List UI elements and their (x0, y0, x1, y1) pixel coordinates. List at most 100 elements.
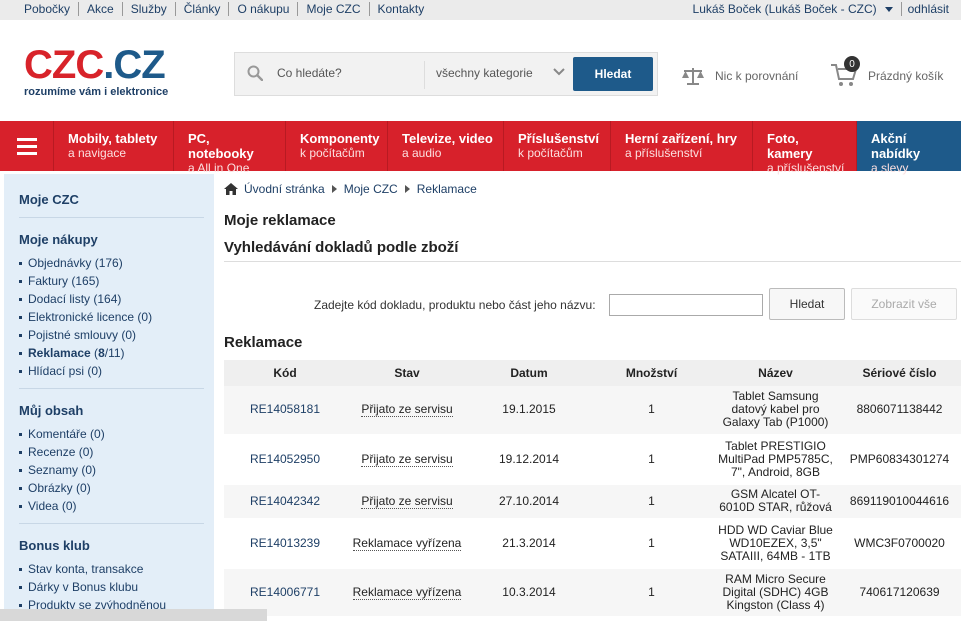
claim-code[interactable]: RE14058181 (224, 386, 346, 435)
search-icon (247, 65, 263, 81)
user-area: Lukáš Boček (Lukáš Boček - CZC) odhlásit (693, 2, 949, 16)
chevron-down-icon[interactable] (553, 68, 565, 76)
search-divider (424, 61, 425, 89)
claim-code[interactable]: RE14042342 (224, 484, 346, 519)
nav-akcni[interactable]: Akční nabídky a slevy (857, 121, 961, 175)
sidebar-item-reklamace[interactable]: Reklamace (8/11) (19, 344, 204, 362)
claim-qty: 1 (590, 484, 713, 519)
sidebar-item-stav-konta[interactable]: Stav konta, transakce (19, 560, 204, 578)
scales-icon (682, 68, 704, 85)
sidebar: Moje CZC Moje nákupy Objednávky (176) Fa… (4, 174, 214, 621)
top-link-akce[interactable]: Akce (78, 2, 122, 16)
nav-televize[interactable]: Televize, video a audio (388, 121, 504, 171)
breadcrumb-reklamace[interactable]: Reklamace (417, 182, 477, 196)
claim-date: 19.12.2014 (468, 434, 590, 485)
logo[interactable]: CZC.CZ rozumíme vám i elektronice (24, 45, 169, 98)
document-search: Zadejte kód dokladu, produktu nebo část … (224, 262, 961, 320)
claim-serial: 869119010044616 (838, 484, 961, 519)
sidebar-item-obrazky[interactable]: Obrázky (0) (19, 479, 204, 497)
claim-date: 21.3.2014 (468, 518, 590, 569)
nav-herni[interactable]: Herní zařízení, hry a příslušenství (611, 121, 753, 171)
top-link-pobocky[interactable]: Pobočky (14, 2, 78, 16)
claim-status[interactable]: Přijato ze servisu (346, 484, 468, 519)
cart-count-badge: 0 (844, 56, 860, 72)
logout-link[interactable]: odhlásit (908, 2, 949, 16)
search-button[interactable]: Hledat (573, 57, 653, 91)
breadcrumb-home[interactable]: Úvodní stránka (244, 182, 325, 196)
document-search-button[interactable]: Hledat (769, 288, 845, 320)
sidebar-item-seznamy[interactable]: Seznamy (0) (19, 461, 204, 479)
nav-mobily[interactable]: Mobily, tablety a navigace (54, 121, 174, 171)
search-input[interactable]: Co hledáte? (277, 66, 417, 80)
nav-prislusenstvi[interactable]: Příslušenství k počítačům (504, 121, 611, 171)
sidebar-heading[interactable]: Moje CZC (19, 174, 204, 218)
sidebar-item-recenze[interactable]: Recenze (0) (19, 443, 204, 461)
cart-label: Prázdný košík (868, 69, 944, 83)
column-header-seriove-cislo[interactable]: Sériové číslo (838, 360, 961, 386)
category-select[interactable]: všechny kategorie (436, 66, 533, 80)
sidebar-group-title: Moje nákupy (19, 232, 98, 247)
nav-foto[interactable]: Foto, kamery a příslušenství (753, 121, 857, 175)
claim-status[interactable]: Reklamace vyřízena (346, 518, 468, 569)
sidebar-item-pojistne[interactable]: Pojistné smlouvy (0) (19, 326, 204, 344)
column-header-kod[interactable]: Kód (224, 360, 346, 386)
sidebar-item-licence[interactable]: Elektronické licence (0) (19, 308, 204, 326)
logo-mark: CZC.CZ (24, 45, 168, 85)
table-row: RE14042342 Přijato ze servisu 27.10.2014… (224, 484, 961, 519)
top-link-moje-czc[interactable]: Moje CZC (297, 2, 368, 16)
cart-link[interactable]: 0 Prázdný košík (830, 56, 944, 90)
sidebar-group-title: Bonus klub (19, 538, 90, 553)
logo-tagline: rozumíme vám i elektronice (24, 86, 169, 98)
top-link-clanky[interactable]: Články (174, 2, 229, 16)
compare-link[interactable]: Nic k porovnání (681, 66, 798, 86)
home-icon[interactable] (224, 183, 238, 195)
chevron-right-icon (331, 185, 337, 193)
sidebar-item-objednavky[interactable]: Objednávky (176) (19, 254, 204, 272)
sidebar-item-darky[interactable]: Dárky v Bonus klubu (19, 578, 204, 596)
top-link-o-nakupu[interactable]: O nákupu (228, 2, 297, 16)
header: CZC.CZ rozumíme vám i elektronice Co hle… (0, 20, 961, 121)
table-row: RE14052950 Přijato ze servisu 19.12.2014… (224, 434, 961, 485)
document-search-input[interactable] (609, 294, 763, 316)
chevron-down-icon[interactable] (884, 6, 893, 12)
sidebar-item-faktury[interactable]: Faktury (165) (19, 272, 204, 290)
column-header-mnozstvi[interactable]: Množství (590, 360, 713, 386)
table-row: RE14006771 Reklamace vyřízena 10.3.2014 … (224, 568, 961, 617)
claim-status[interactable]: Přijato ze servisu (346, 386, 468, 435)
claim-qty: 1 (590, 568, 713, 617)
claim-code[interactable]: RE14052950 (224, 434, 346, 485)
nav-pc[interactable]: PC, notebooky a All in One (174, 121, 286, 175)
sidebar-item-videa[interactable]: Videa (0) (19, 497, 204, 515)
claim-qty: 1 (590, 434, 713, 485)
column-header-datum[interactable]: Datum (468, 360, 590, 386)
claim-code[interactable]: RE14013239 (224, 518, 346, 569)
claim-date: 19.1.2015 (468, 386, 590, 435)
column-header-nazev[interactable]: Název (713, 360, 838, 386)
claim-status[interactable]: Přijato ze servisu (346, 434, 468, 485)
menu-icon[interactable] (0, 121, 54, 171)
show-all-button[interactable]: Zobrazit vše (851, 288, 957, 320)
top-link-sluzby[interactable]: Služby (121, 2, 175, 16)
user-name[interactable]: Lukáš Boček (Lukáš Boček - CZC) (693, 2, 877, 16)
top-link-kontakty[interactable]: Kontakty (368, 2, 433, 16)
sidebar-item-komentare[interactable]: Komentáře (0) (19, 425, 204, 443)
sidebar-group-bonus: Bonus klub Stav konta, transakce Dárky v… (19, 524, 204, 621)
sidebar-item-dodaci-listy[interactable]: Dodací listy (164) (19, 290, 204, 308)
nav-komponenty[interactable]: Komponenty k počítačům (286, 121, 388, 171)
chevron-right-icon (404, 185, 410, 193)
claim-product-name: RAM Micro Secure Digital (SDHC) 4GB Kingst… (713, 568, 838, 617)
search-bar: Co hledáte? všechny kategorie Hledat (234, 52, 658, 96)
sidebar-group-nakupy: Moje nákupy Objednávky (176) Faktury (16… (19, 218, 204, 389)
table-row: RE14013239 Reklamace vyřízena 21.3.2014 … (224, 518, 961, 569)
claim-product-name: HDD WD Caviar Blue WD10EZEX, 3,5" SATAIII,… (713, 518, 838, 569)
claim-status[interactable]: Reklamace vyřízena (346, 568, 468, 617)
sidebar-item-hlidaci-psi[interactable]: Hlídací psi (0) (19, 362, 204, 380)
column-header-stav[interactable]: Stav (346, 360, 468, 386)
top-bar: Pobočky Akce Služby Články O nákupu Moje… (0, 0, 961, 20)
claim-qty: 1 (590, 386, 713, 435)
claim-serial: 8806071138442 (838, 386, 961, 435)
claims-table: Kód Stav Datum Množství Název Sériové čí… (224, 360, 961, 617)
breadcrumb-moje-czc[interactable]: Moje CZC (344, 182, 398, 196)
horizontal-scrollbar[interactable] (0, 609, 267, 621)
top-links: Pobočky Akce Služby Články O nákupu Moje… (14, 2, 432, 16)
